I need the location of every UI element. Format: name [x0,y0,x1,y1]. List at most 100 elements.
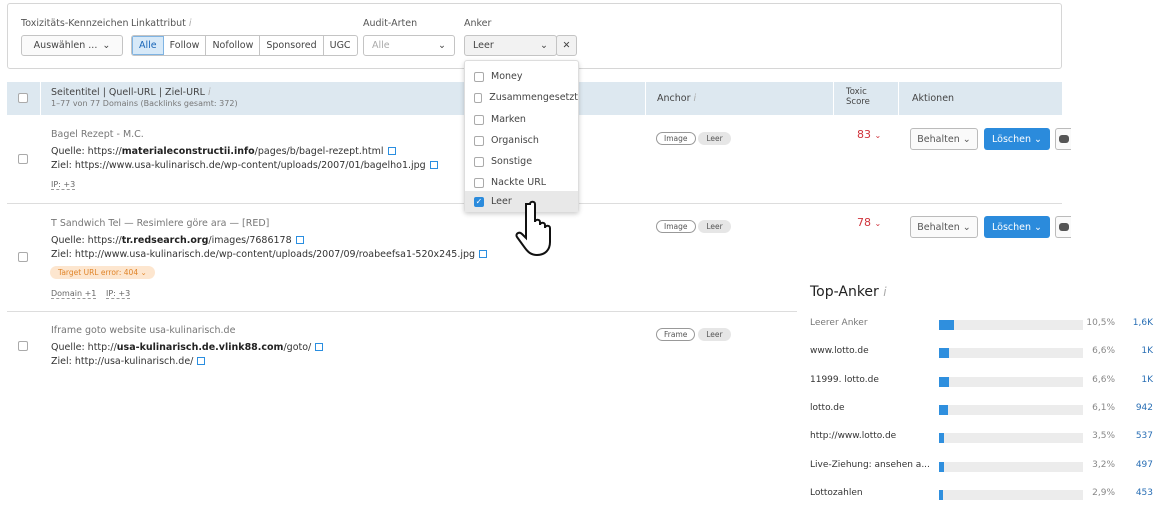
domain-link[interactable]: Domain +1 [51,289,97,299]
option-organisch[interactable]: Organisch [465,130,578,151]
toxic-score[interactable]: 78 ⌄ [857,216,881,229]
chevron-down-icon: ⌄ [540,40,548,51]
anchor-percent: 2,9% [1092,487,1115,498]
chevron-down-icon: ⌄ [438,40,446,51]
anchor-bar [939,320,1083,330]
option-sonstige[interactable]: Sonstige [465,151,578,172]
chevron-down-icon: ⌄ [874,219,882,228]
anchor-label: http://www.lotto.de [810,431,897,442]
external-link-icon [295,236,304,244]
anchor-tags: Image Leer [656,220,731,233]
option-nackte-url[interactable]: Nackte URL [465,172,578,193]
tag-leer: Leer [698,220,731,233]
toxicity-select[interactable]: Auswählen ... ⌄ [21,35,123,56]
info-icon: i [208,87,211,98]
option-zusammengesetzt[interactable]: Zusammengesetzt [465,87,578,108]
anchor-bar-fill [939,489,944,500]
anchor-label: lotto.de [810,402,845,413]
anchor-label: Anker [464,18,492,29]
anchor-count-link[interactable]: 453 [1136,488,1153,498]
chevron-down-icon: ⌄ [874,131,882,140]
keep-button[interactable]: Behalten ⌄ [910,128,978,150]
anchor-label: Leerer Anker [810,318,868,328]
keep-button[interactable]: Behalten ⌄ [910,216,978,238]
tag-leer: Leer [698,328,731,341]
anchor-percent: 10,5% [1086,318,1115,328]
option-money[interactable]: Money [465,66,578,87]
row-source[interactable]: Quelle: https://tr.redsearch.org/images/… [51,235,304,246]
chevron-down-icon: ⌄ [140,268,147,277]
header-subtitle: 1–77 von 77 Domains (Backlinks gesamt: 3… [51,99,238,108]
external-link-icon [479,250,488,258]
anchor-count-link[interactable]: 942 [1136,403,1153,413]
linkattr-segment: Alle Follow Nofollow Sponsored UGC [131,35,358,56]
close-icon: ✕ [562,40,571,51]
delete-button[interactable]: Löschen ⌄ [984,216,1050,238]
select-all-checkbox[interactable] [18,93,28,103]
row-source[interactable]: Quelle: http://usa-kulinarisch.de.vlink8… [51,342,324,353]
ip-link[interactable]: IP: +3 [106,289,131,299]
header-toxic-score[interactable]: Toxic Score [846,87,870,107]
linkattr-sponsored[interactable]: Sponsored [260,36,324,55]
comment-button[interactable] [1055,216,1071,238]
linkattr-ugc[interactable]: UGC [324,36,357,55]
tag-leer: Leer [698,132,731,145]
row-source[interactable]: Quelle: https://materialeconstructii.inf… [51,146,396,157]
row-target[interactable]: Ziel: https://www.usa-kulinarisch.de/wp-… [51,160,438,171]
linkattr-nofollow[interactable]: Nofollow [206,36,261,55]
checkbox [474,114,484,125]
audit-select[interactable]: Alle ⌄ [363,35,455,56]
tag-frame: Frame [656,328,696,341]
row-title: Bagel Rezept - M.C. [51,129,144,140]
anchor-percent: 6,6% [1092,374,1115,385]
ip-link[interactable]: IP: +3 [51,180,76,190]
anchor-bar-fill [939,348,949,359]
row-checkbox[interactable] [18,252,28,262]
anchor-value: Leer [473,40,494,51]
anchor-bar [939,404,1083,415]
anchor-bar [939,489,1083,500]
row-checkbox[interactable] [18,154,28,164]
checkbox [474,71,484,82]
anchor-label: www.lotto.de [810,346,869,357]
checkbox [474,177,484,188]
anchor-bar [939,461,1083,472]
checkbox [474,156,484,167]
anchor-count-link[interactable]: 1K [1141,375,1153,385]
top-anchor-row: Live-Ziehung: ansehen a... 3,2% 497 [810,460,1153,474]
anchor-percent: 6,1% [1092,402,1115,413]
row-checkbox[interactable] [18,341,28,351]
anchor-count-link[interactable]: 1,6K [1133,318,1153,328]
external-link-icon [197,357,206,365]
linkattr-alle[interactable]: Alle [132,36,164,55]
anchor-count-link[interactable]: 537 [1136,431,1153,441]
anchor-count-link[interactable]: 497 [1136,460,1153,470]
anchor-select[interactable]: Leer ⌄ [464,35,557,56]
anchor-label: Live-Ziehung: ansehen a... [810,459,930,470]
clear-anchor-button[interactable]: ✕ [556,35,577,56]
row-target[interactable]: Ziel: http://www.usa-kulinarisch.de/wp-c… [51,249,488,260]
anchor-label: 11999. lotto.de [810,374,879,385]
anchor-tags: Image Leer [656,132,731,145]
anchor-count-link[interactable]: 1K [1141,346,1153,356]
anchor-bar-fill [939,376,949,387]
anchor-bar-fill [939,320,955,330]
header-actions: Aktionen [912,93,955,104]
row-target[interactable]: Ziel: http://usa-kulinarisch.de/ [51,356,206,367]
toxic-score[interactable]: 83 ⌄ [857,128,881,141]
checkbox [474,135,484,146]
tag-image: Image [656,132,696,145]
anchor-bar [939,376,1083,387]
hand-cursor-icon [515,200,551,257]
tag-image: Image [656,220,696,233]
delete-button[interactable]: Löschen ⌄ [984,128,1050,150]
info-icon: i [188,18,192,29]
linkattr-follow[interactable]: Follow [164,36,207,55]
option-marken[interactable]: Marken [465,109,578,130]
anchor-percent: 6,6% [1092,346,1115,357]
linkattr-label: Linkattribut i [131,18,192,29]
anchor-tags: Frame Leer [656,328,731,341]
row-title: Iframe goto website usa-kulinarisch.de [51,325,236,336]
target-error-badge[interactable]: Target URL error: 404 ⌄ [50,266,155,279]
comment-button[interactable] [1055,128,1071,150]
